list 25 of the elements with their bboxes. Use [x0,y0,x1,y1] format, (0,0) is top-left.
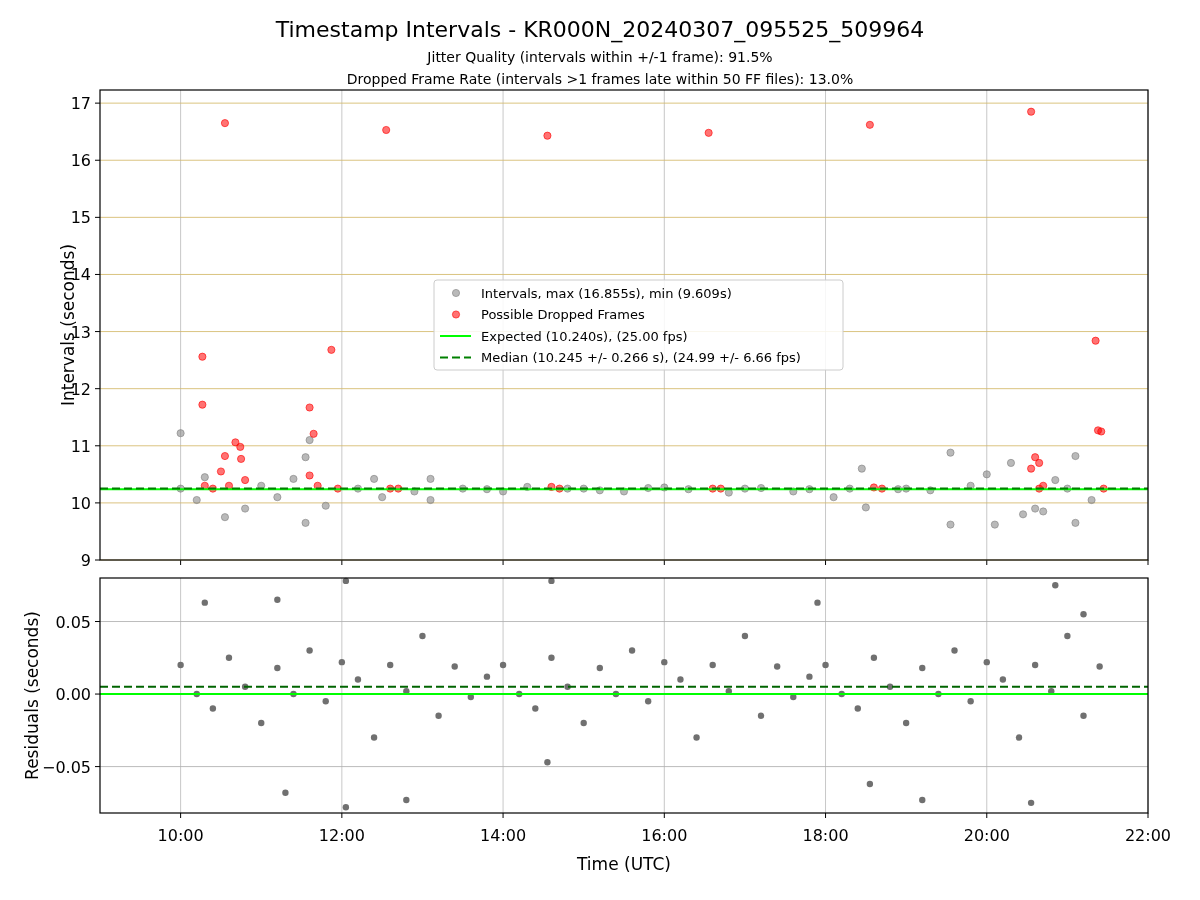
y-tick-label: 0.05 [55,612,91,632]
chart-title: Timestamp Intervals - KR000N_20240307_095525_509964 [275,17,925,42]
x-tick-label: 10:00 [157,826,204,845]
chart-subtitle: Jitter Quality (intervals within +/-1 frame): 91.5% [427,49,773,65]
legend-label: Intervals, max (16.855s), min (9.609s) [481,285,732,301]
y-tick-label: 9 [80,551,91,570]
chart-subtitle: Dropped Frame Rate (intervals >1 frames late within 50 FF files): 13.0% [346,71,854,87]
y-tick-label: 17 [70,94,91,114]
x-tick-label: 22:00 [1124,826,1172,845]
x-tick-label: 18:00 [802,826,849,845]
x-tick-label: 12:00 [318,826,365,845]
y-tick-label: 16 [70,151,91,171]
x-tick-label: 14:00 [480,826,527,845]
y-tick-label: −0.05 [41,757,91,777]
y-tick-label: 0.00 [55,685,91,705]
x-tick-label: 20:00 [963,826,1010,845]
y-tick-label: 15 [70,208,91,228]
y-tick-label: 11 [70,436,91,456]
legend-label: Median (10.245 +/- 0.266 s), (24.99 +/- 6.66 fps) [481,350,801,365]
legend-label: Expected (10.240s), (25.00 fps) [481,328,688,344]
y-tick-label: 10 [70,493,91,513]
x-axis-label: Time (UTC) [577,854,671,874]
y-axis-label: Residuals (seconds) [22,611,42,780]
legend-label: Possible Dropped Frames [481,307,645,322]
x-tick-label: 16:00 [641,826,688,845]
